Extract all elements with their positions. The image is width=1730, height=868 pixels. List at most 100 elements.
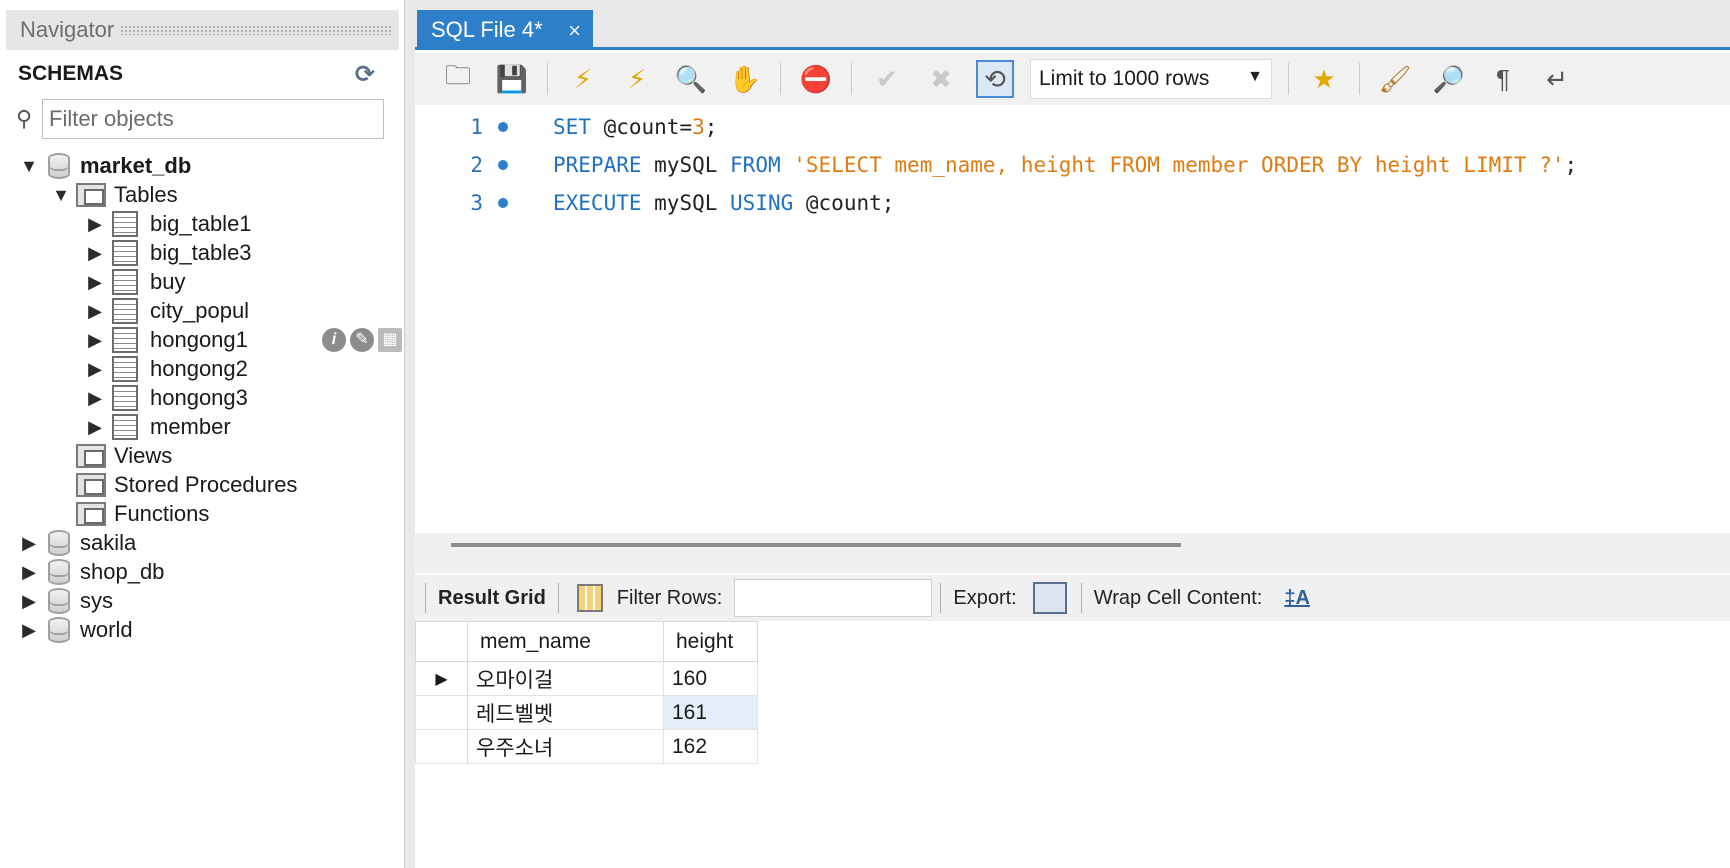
code-token: 'SELECT mem_name, height FROM member ORD… bbox=[793, 153, 1565, 177]
tab-strip: SQL File 4* × bbox=[415, 0, 1730, 50]
tree-item-schema[interactable]: ▶ sakila bbox=[18, 527, 136, 559]
table-name: hongong1 bbox=[150, 327, 248, 352]
schemas-header: SCHEMAS ⟳ bbox=[6, 54, 399, 94]
column-header[interactable]: mem_name bbox=[467, 621, 664, 662]
open-file-icon[interactable]: 🗀 bbox=[439, 60, 477, 98]
expand-down-icon[interactable]: ▼ bbox=[18, 156, 40, 177]
expand-right-icon[interactable]: ▶ bbox=[84, 330, 106, 351]
tree-item-table[interactable]: ▶ big_table1 bbox=[84, 208, 252, 240]
tree-item-table[interactable]: ▶ member bbox=[84, 411, 231, 443]
execute-icon[interactable]: ⚡ bbox=[564, 60, 602, 98]
tree-item-table[interactable]: ▶ big_table3 bbox=[84, 237, 252, 269]
cell-mem-name[interactable]: 레드벨벳 bbox=[467, 695, 664, 730]
close-icon[interactable]: × bbox=[568, 18, 581, 44]
folder-icon bbox=[76, 502, 106, 526]
tree-item-tables[interactable]: ▼ Tables bbox=[50, 179, 178, 211]
tab-sql-file[interactable]: SQL File 4* × bbox=[417, 10, 593, 50]
expand-right-icon[interactable]: ▶ bbox=[18, 562, 40, 583]
info-icon[interactable]: i bbox=[322, 328, 346, 352]
drag-grip[interactable] bbox=[120, 25, 393, 35]
explain-icon[interactable]: 🔍 bbox=[672, 60, 710, 98]
cell-height[interactable]: 160 bbox=[663, 661, 758, 696]
wrap-cell-label: Wrap Cell Content: bbox=[1093, 586, 1263, 609]
expand-right-icon[interactable]: ▶ bbox=[84, 214, 106, 235]
filter-objects-input[interactable] bbox=[42, 99, 384, 139]
code-token: ; bbox=[1564, 153, 1578, 177]
filter-rows-input[interactable] bbox=[734, 579, 933, 617]
invisible-chars-icon[interactable]: ¶ bbox=[1484, 60, 1522, 98]
refresh-icon[interactable]: ⟳ bbox=[355, 60, 375, 89]
expand-right-icon[interactable]: ▶ bbox=[18, 591, 40, 612]
horizontal-scrollbar[interactable] bbox=[415, 533, 1730, 573]
commit-icon[interactable]: ✔ bbox=[868, 60, 906, 98]
tree-item-table[interactable]: ▶ city_popul bbox=[84, 295, 249, 327]
stop-on-error-icon[interactable]: ⛔ bbox=[797, 60, 835, 98]
tree-item-schema[interactable]: ▶ world bbox=[18, 614, 133, 646]
wrench-icon[interactable]: ✎ bbox=[350, 328, 374, 352]
result-grid-tab[interactable]: Result Grid bbox=[434, 587, 550, 610]
export-icon[interactable] bbox=[1032, 582, 1067, 614]
expand-right-icon[interactable]: ▶ bbox=[84, 243, 106, 264]
code-line[interactable]: 3 EXECUTE mySQL USING @count; bbox=[415, 185, 1730, 221]
tree-item-functions[interactable]: Functions bbox=[72, 498, 209, 530]
code-token: @count= bbox=[590, 115, 693, 139]
expand-down-icon[interactable]: ▼ bbox=[50, 185, 72, 206]
wrap-lines-icon[interactable]: ↵ bbox=[1538, 60, 1576, 98]
expand-right-icon[interactable]: ▶ bbox=[84, 272, 106, 293]
find-icon[interactable]: 🔎 bbox=[1430, 60, 1468, 98]
expand-right-icon[interactable]: ▶ bbox=[18, 620, 40, 641]
row-marker-header bbox=[415, 621, 468, 662]
tree-item-table[interactable]: ▶ buy bbox=[84, 266, 185, 298]
code-line[interactable]: 1 SET @count=3; bbox=[415, 109, 1730, 145]
tree-item-table[interactable]: ▶ hongong3 bbox=[84, 382, 248, 414]
column-header[interactable]: height bbox=[663, 621, 758, 662]
table-icon bbox=[112, 385, 138, 411]
expand-right-icon[interactable]: ▶ bbox=[18, 533, 40, 554]
tree-item-schema[interactable]: ▶ shop_db bbox=[18, 556, 164, 588]
beautify-brush-icon[interactable]: 🖌 bbox=[1376, 60, 1414, 98]
table-data-icon[interactable]: ▦ bbox=[378, 328, 402, 352]
cell-mem-name[interactable]: 오마이걸 bbox=[467, 661, 664, 696]
table-row[interactable]: ▶ 오마이걸 160 bbox=[415, 661, 758, 696]
code-token: @count; bbox=[793, 191, 895, 215]
wrap-cell-icon[interactable]: ‡A bbox=[1284, 587, 1310, 610]
cell-height[interactable]: 162 bbox=[663, 729, 758, 764]
toolbar-separator bbox=[1288, 63, 1289, 95]
tree-item-market-db[interactable]: ▼ market_db bbox=[18, 150, 191, 182]
tree-item-stored-procedures[interactable]: Stored Procedures bbox=[72, 469, 297, 501]
table-row[interactable]: 레드벨벳 161 bbox=[415, 695, 758, 730]
expand-right-icon[interactable]: ▶ bbox=[84, 359, 106, 380]
table-icon bbox=[112, 269, 138, 295]
toolbar-separator bbox=[425, 583, 426, 613]
table-name: buy bbox=[150, 269, 186, 294]
execute-current-icon[interactable]: ⚡ bbox=[618, 60, 656, 98]
cell-height[interactable]: 161 bbox=[663, 695, 758, 730]
grid-layout-icon[interactable] bbox=[576, 584, 603, 612]
folder-icon bbox=[76, 473, 106, 497]
add-snippet-star-icon[interactable]: ★ bbox=[1305, 60, 1343, 98]
limit-rows-select[interactable]: Limit to 1000 rows ▼ bbox=[1030, 59, 1272, 99]
cell-mem-name[interactable]: 우주소녀 bbox=[467, 729, 664, 764]
tree-item-schema[interactable]: ▶ sys bbox=[18, 585, 113, 617]
tree-item-table[interactable]: ▶ hongong2 bbox=[84, 353, 248, 385]
tree-item-views[interactable]: Views bbox=[72, 440, 172, 472]
limit-rows-value: Limit to 1000 rows bbox=[1039, 67, 1210, 90]
expand-right-icon[interactable]: ▶ bbox=[84, 417, 106, 438]
stop-icon[interactable]: ✋ bbox=[726, 60, 764, 98]
autocommit-icon[interactable]: ⟲ bbox=[976, 60, 1014, 98]
tree-item-table[interactable]: ▶ hongong1 i ✎ ▦ bbox=[84, 324, 405, 356]
rollback-icon[interactable]: ✖ bbox=[922, 60, 960, 98]
table-header-row: mem_name height bbox=[415, 621, 758, 662]
procedures-label: Stored Procedures bbox=[114, 472, 298, 497]
save-icon[interactable]: 💾 bbox=[493, 60, 531, 98]
expand-right-icon[interactable]: ▶ bbox=[84, 301, 106, 322]
expand-right-icon[interactable]: ▶ bbox=[84, 388, 106, 409]
table-row[interactable]: 우주소녀 162 bbox=[415, 729, 758, 764]
tables-label: Tables bbox=[114, 182, 178, 207]
database-icon bbox=[48, 588, 70, 614]
views-label: Views bbox=[114, 443, 173, 468]
scrollbar-thumb[interactable] bbox=[451, 543, 1181, 547]
code-line[interactable]: 2 PREPARE mySQL FROM 'SELECT mem_name, he… bbox=[415, 147, 1730, 183]
sql-editor[interactable]: 1 SET @count=3; 2 PREPARE mySQL FROM 'SELEC… bbox=[415, 105, 1730, 533]
tab-title: SQL File 4* bbox=[431, 17, 543, 42]
